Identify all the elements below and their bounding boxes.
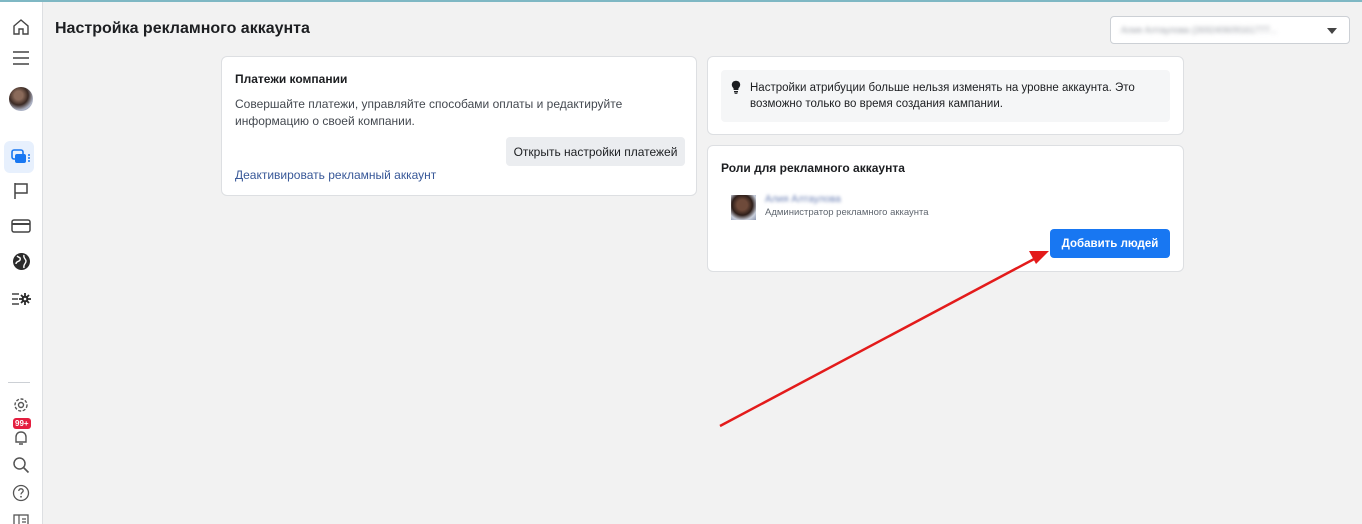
menu-icon[interactable] <box>0 43 42 73</box>
home-icon[interactable] <box>0 12 42 42</box>
add-people-button[interactable]: Добавить людей <box>1050 229 1170 258</box>
notifications-bell-icon[interactable]: 99+ <box>0 418 42 450</box>
deactivate-account-link[interactable]: Деактивировать рекламный аккаунт <box>235 168 436 182</box>
user-name: Алия Алтаулова <box>765 194 841 205</box>
open-payment-settings-button[interactable]: Открыть настройки платежей <box>506 137 685 166</box>
attribution-notice-text: Настройки атрибуции больше нельзя изменя… <box>750 82 1135 110</box>
roles-card: Роли для рекламного аккаунта Алия Алтаул… <box>707 145 1184 272</box>
page-title: Настройка рекламного аккаунта <box>55 20 310 37</box>
sidebar-divider <box>8 382 30 383</box>
ads-manager-icon[interactable] <box>0 141 42 173</box>
attribution-card: Настройки атрибуции больше нельзя изменя… <box>707 56 1184 135</box>
settings-list-icon[interactable] <box>0 284 42 314</box>
help-icon[interactable] <box>0 478 42 508</box>
gear-icon[interactable] <box>0 390 42 420</box>
account-selector-value: Алия Алтаулова (269240609161777... <box>1121 25 1278 35</box>
top-accent-line <box>0 0 1362 2</box>
credit-card-icon[interactable] <box>0 211 42 241</box>
flag-icon[interactable] <box>0 176 42 206</box>
globe-icon[interactable] <box>0 246 42 276</box>
payments-card: Платежи компании Совершайте платежи, упр… <box>221 56 697 196</box>
notifications-badge: 99+ <box>13 418 31 429</box>
caret-down-icon <box>1327 28 1337 34</box>
payments-heading: Платежи компании <box>235 72 348 86</box>
user-role: Администратор рекламного аккаунта <box>765 207 929 218</box>
attribution-notice: Настройки атрибуции больше нельзя изменя… <box>721 70 1170 122</box>
lightbulb-icon <box>731 80 741 94</box>
report-icon[interactable] <box>0 505 42 524</box>
roles-heading: Роли для рекламного аккаунта <box>721 161 905 175</box>
search-icon[interactable] <box>0 450 42 480</box>
account-selector[interactable]: Алия Алтаулова (269240609161777... <box>1110 16 1350 44</box>
user-avatar <box>731 195 756 220</box>
sidebar: 99+ <box>0 2 43 524</box>
profile-avatar[interactable] <box>0 84 42 114</box>
payments-description: Совершайте платежи, управляйте способами… <box>235 97 623 128</box>
